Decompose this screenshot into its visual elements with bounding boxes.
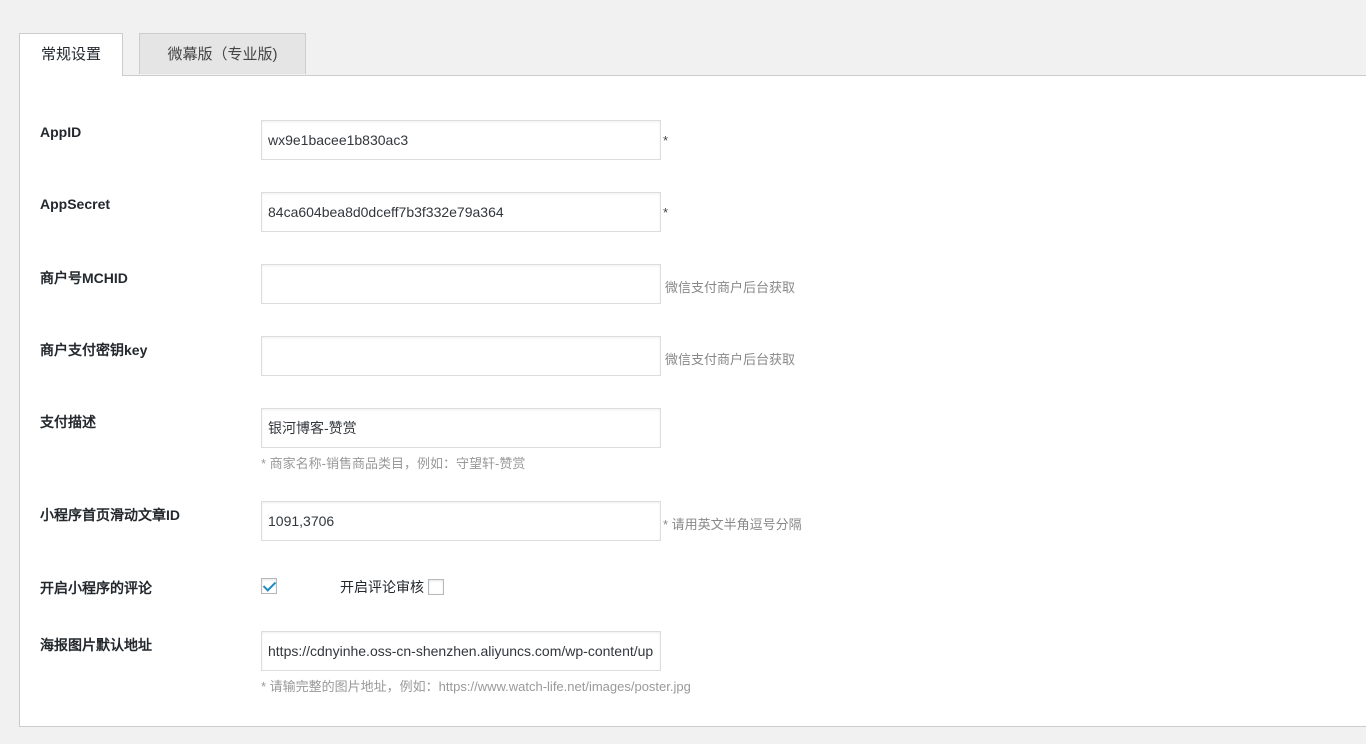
comments-label: 开启小程序的评论 — [40, 580, 152, 596]
sliderids-hint: * 请用英文半角逗号分隔 — [663, 517, 802, 532]
sliderids-input[interactable] — [261, 501, 661, 541]
appid-label: AppID — [40, 124, 82, 140]
settings-panel: AppID * AppSecret * 商户号MCHID 微信支付商户后台获取 … — [19, 75, 1366, 727]
appid-input[interactable] — [261, 120, 661, 160]
mchid-label: 商户号MCHID — [40, 270, 128, 286]
paydesc-hint: * 商家名称-销售商品类目，例如：守望轩-赞赏 — [261, 456, 526, 471]
paykey-label: 商户支付密钥key — [40, 342, 148, 358]
comment-review-checkbox[interactable] — [428, 579, 444, 595]
appsecret-required-mark: * — [663, 205, 669, 220]
appid-required-mark: * — [663, 133, 669, 148]
appsecret-input[interactable] — [261, 192, 661, 232]
mchid-input[interactable] — [261, 264, 661, 304]
paykey-hint: 微信支付商户后台获取 — [665, 352, 796, 367]
paydesc-label: 支付描述 — [40, 414, 96, 430]
poster-input[interactable] — [261, 631, 661, 671]
poster-hint: * 请输完整的图片地址，例如：https://www.watch-life.ne… — [261, 679, 691, 694]
tab-pro[interactable]: 微幕版（专业版) — [139, 33, 306, 74]
tab-general[interactable]: 常规设置 — [19, 33, 123, 76]
sliderids-label: 小程序首页滑动文章ID — [40, 507, 180, 523]
poster-label: 海报图片默认地址 — [40, 637, 152, 653]
mchid-hint: 微信支付商户后台获取 — [665, 280, 796, 295]
check-icon — [262, 578, 277, 592]
paydesc-input[interactable] — [261, 408, 661, 448]
appsecret-label: AppSecret — [40, 196, 111, 212]
comments-checkbox[interactable] — [261, 578, 277, 594]
paykey-input[interactable] — [261, 336, 661, 376]
comment-review-label: 开启评论审核 — [340, 579, 424, 595]
